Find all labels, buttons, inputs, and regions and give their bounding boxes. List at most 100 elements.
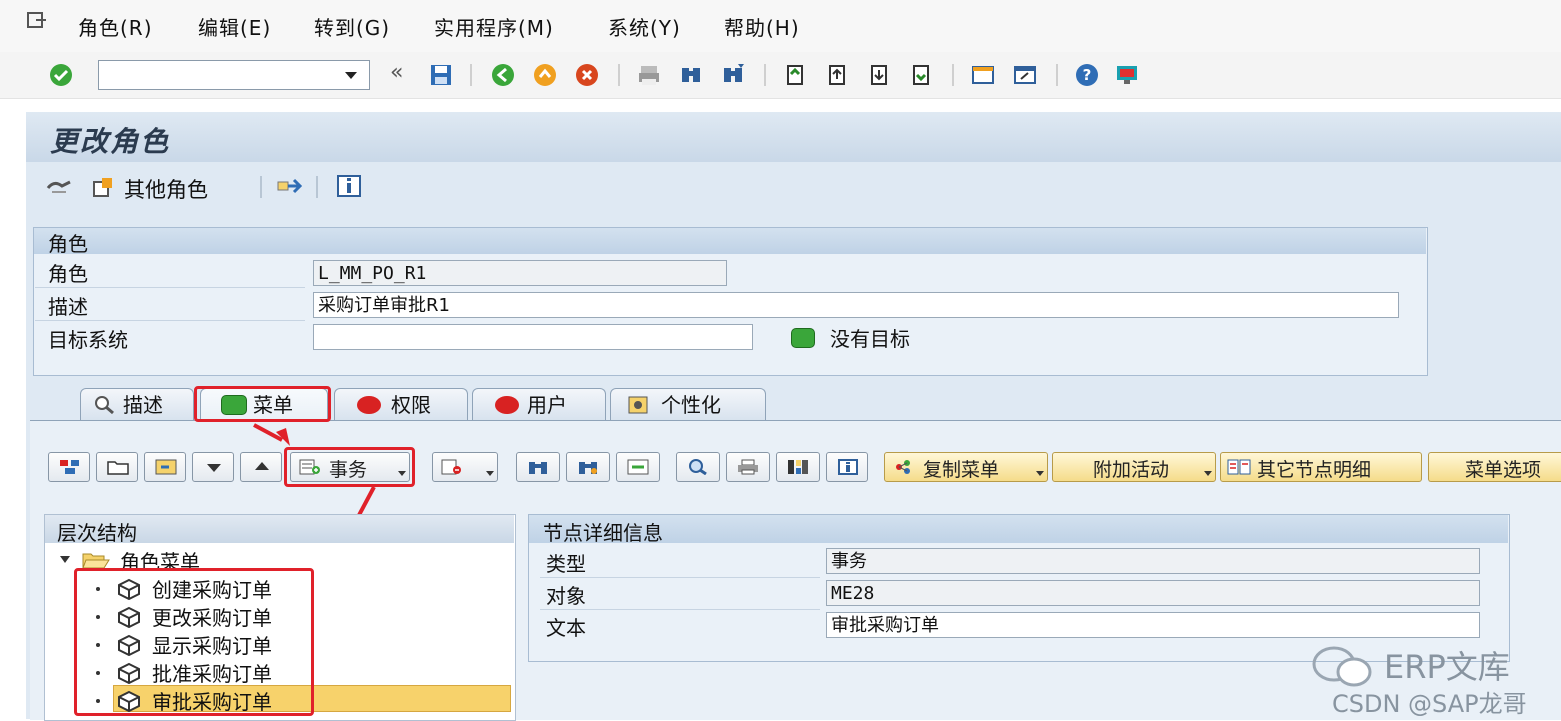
menu-goto[interactable]: 转到(G) [314,12,390,41]
move-down-button[interactable] [192,452,234,482]
binoculars-icon [529,462,547,474]
status-red-icon [357,396,381,414]
text-field[interactable]: 审批采购订单 [826,612,1480,638]
dropdown-arrow-icon[interactable] [486,471,494,476]
menu-help[interactable]: 帮助(H) [724,12,800,41]
find-button[interactable] [516,452,560,482]
tab-user-label: 用户 [527,393,567,417]
other-node-details-label: 其它节点明细 [1257,459,1372,481]
menu-utilities[interactable]: 实用程序(M) [434,12,554,41]
object-label: 对象 [546,584,586,608]
dropdown-arrow-icon[interactable] [1204,471,1212,476]
collapse-arrows-icon[interactable]: « [390,60,403,85]
tab-description-label: 描述 [123,393,163,417]
standard-toolbar: « ? [0,52,1561,99]
menu-options-label: 菜单选项 [1465,459,1542,481]
next-page-icon[interactable] [866,62,892,88]
enter-check-icon[interactable] [48,62,74,88]
layout-grid-icon [788,460,808,474]
copy-menu-icon [896,460,910,474]
print-icon[interactable] [636,62,662,88]
menu-role[interactable]: 角色(R) [78,12,153,41]
title-bar: 更改角色 [26,112,1561,163]
exit-icon[interactable] [532,62,558,88]
copy-menu-label: 复制菜单 [923,459,1000,481]
other-role-icon [93,178,112,197]
menu-options-button[interactable]: 菜单选项 [1428,452,1561,482]
chevron-down-icon[interactable] [345,72,357,79]
role-group-title: 角色 [48,232,88,256]
triangle-up-icon [255,462,269,470]
save-icon[interactable] [428,62,454,88]
delete-node-button[interactable] [432,452,498,482]
copy-menu-button[interactable]: 复制菜单 [884,452,1048,482]
highlight-box [284,447,415,487]
help-icon[interactable]: ? [1074,62,1100,88]
print-menu-button[interactable] [726,452,770,482]
folder-icon [107,461,129,475]
object-field[interactable]: ME28 [826,580,1480,606]
page-title: 更改角色 [50,125,171,158]
previous-page-icon[interactable] [824,62,850,88]
other-role-label: 其他角色 [124,178,208,202]
customize-layout-icon[interactable] [1114,62,1140,88]
change-node-button[interactable] [144,452,186,482]
hierarchy-transport-icon[interactable] [276,174,302,198]
cancel-icon[interactable] [574,62,600,88]
shortcut-icon[interactable] [1012,62,1038,88]
menu-bar: 角色(R) 编辑(E) 转到(G) 实用程序(M) 系统(Y) 帮助(H) [0,0,1561,52]
display-change-icon[interactable] [46,176,74,198]
tab-personalization[interactable]: 个性化 [610,388,766,421]
find-next-icon[interactable] [720,62,746,88]
node-details-icon [1227,459,1251,475]
last-page-icon[interactable] [908,62,934,88]
binoculars-plus-icon [579,462,597,474]
description-label: 描述 [48,295,88,319]
command-field[interactable] [98,60,370,90]
find-icon[interactable] [678,62,704,88]
description-field[interactable]: 采购订单审批R1 [313,292,1399,318]
additional-activity-label: 附加活动 [1093,459,1170,481]
printer-icon [738,459,758,475]
menu-edit[interactable]: 编辑(E) [198,12,271,41]
tab-description[interactable]: 描述 [80,388,194,421]
personalization-icon [628,396,648,414]
tab-user[interactable]: 用户 [472,388,606,421]
info-menu-button[interactable] [826,452,868,482]
magnifier-icon [95,396,114,415]
menu-toggle-icon[interactable] [26,10,48,32]
role-label: 角色 [48,262,88,286]
other-role-button[interactable]: 其他角色 [92,174,242,202]
zoom-button[interactable] [676,452,720,482]
expand-subtree-button[interactable] [616,452,660,482]
type-field[interactable]: 事务 [826,548,1480,574]
text-label: 文本 [546,616,586,640]
status-green-icon [791,328,815,348]
target-system-field[interactable] [313,324,753,350]
find-next-button[interactable] [566,452,610,482]
dropdown-arrow-icon[interactable] [1036,471,1044,476]
tab-personalization-label: 个性化 [661,393,721,417]
information-icon[interactable] [336,174,362,198]
target-system-label: 目标系统 [48,328,128,352]
layout-button[interactable] [776,452,820,482]
first-page-icon[interactable] [782,62,808,88]
menu-system[interactable]: 系统(Y) [608,12,681,41]
expand-triangle-icon[interactable] [60,556,70,563]
role-field[interactable]: L_MM_PO_R1 [313,260,727,286]
folder-button[interactable] [96,452,138,482]
additional-activity-button[interactable]: 附加活动 [1052,452,1216,482]
node-detail-header: 节点详细信息 [529,515,1508,545]
move-up-button[interactable] [240,452,282,482]
watermark: ERP文库 CSDN @SAP龙哥 [1310,636,1550,718]
back-icon[interactable] [490,62,516,88]
tab-authorization[interactable]: 权限 [334,388,468,421]
create-session-icon[interactable] [970,62,996,88]
hierarchy-header: 层次结构 [45,515,514,545]
hierarchy-tree-button[interactable] [48,452,90,482]
watermark-author: CSDN @SAP龙哥 [1332,690,1527,718]
other-node-details-button[interactable]: 其它节点明细 [1220,452,1422,482]
svg-text:?: ? [1083,66,1092,84]
edit-node-icon [155,459,177,475]
triangle-down-icon [207,464,221,472]
